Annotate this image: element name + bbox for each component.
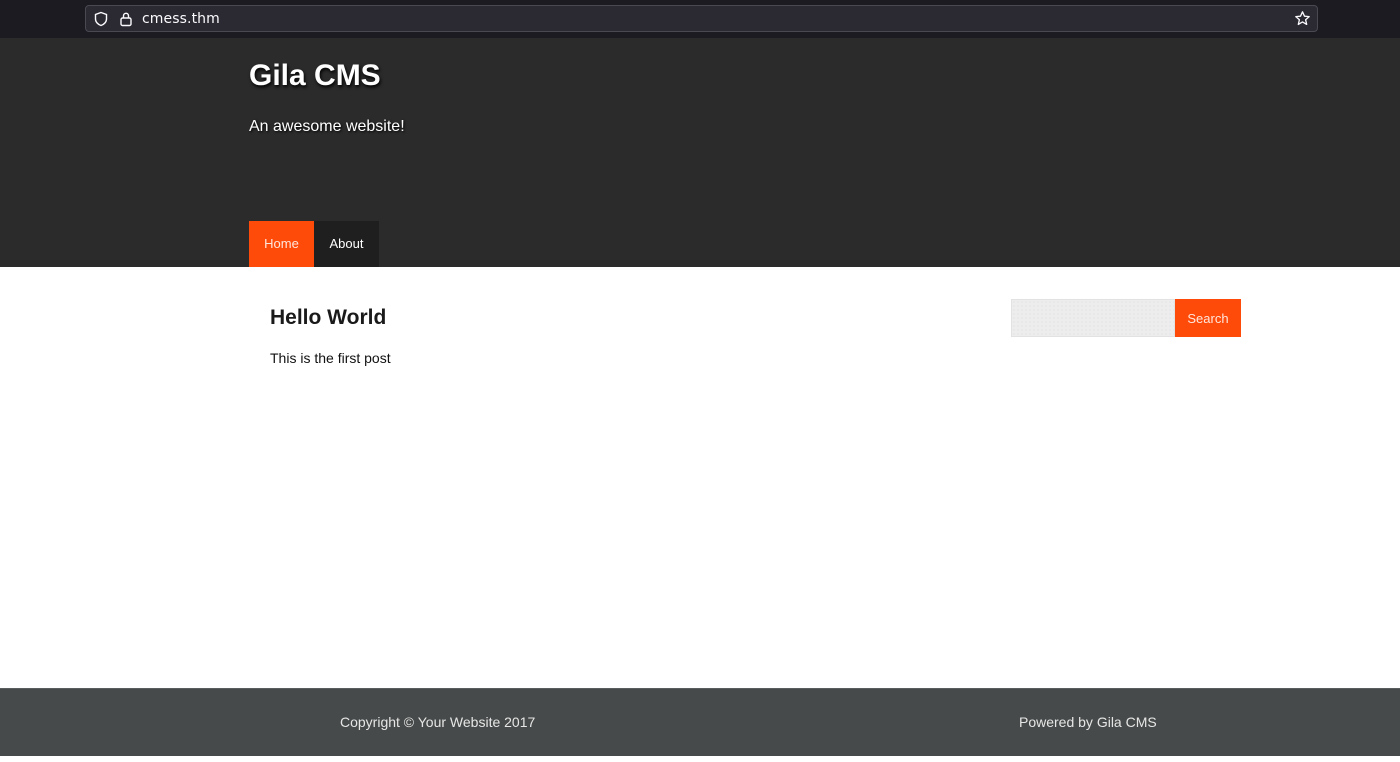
lock-icon[interactable] [119,11,133,27]
page-bottom-edge [0,756,1400,762]
footer-powered-by: Powered by Gila CMS [1019,714,1157,730]
site-tagline: An awesome website! [249,118,405,135]
nav-item-home[interactable]: Home [249,221,314,267]
post-body: This is the first post [270,350,391,366]
browser-toolbar: cmess.thm [0,0,1400,39]
search-button[interactable]: Search [1175,299,1241,337]
site-header: Gila CMS An awesome website! Home About [0,38,1400,267]
site-footer: Copyright © Your Website 2017 Powered by… [0,688,1400,757]
shield-icon[interactable] [93,11,109,27]
search-input[interactable] [1011,299,1175,337]
footer-copyright: Copyright © Your Website 2017 [340,714,536,730]
post-title[interactable]: Hello World [270,306,386,330]
main-nav: Home About [249,221,379,267]
url-text[interactable]: cmess.thm [142,11,220,27]
star-icon[interactable] [1294,10,1311,27]
site-title[interactable]: Gila CMS [249,59,381,93]
address-bar[interactable]: cmess.thm [85,5,1318,32]
nav-item-about[interactable]: About [314,221,379,267]
